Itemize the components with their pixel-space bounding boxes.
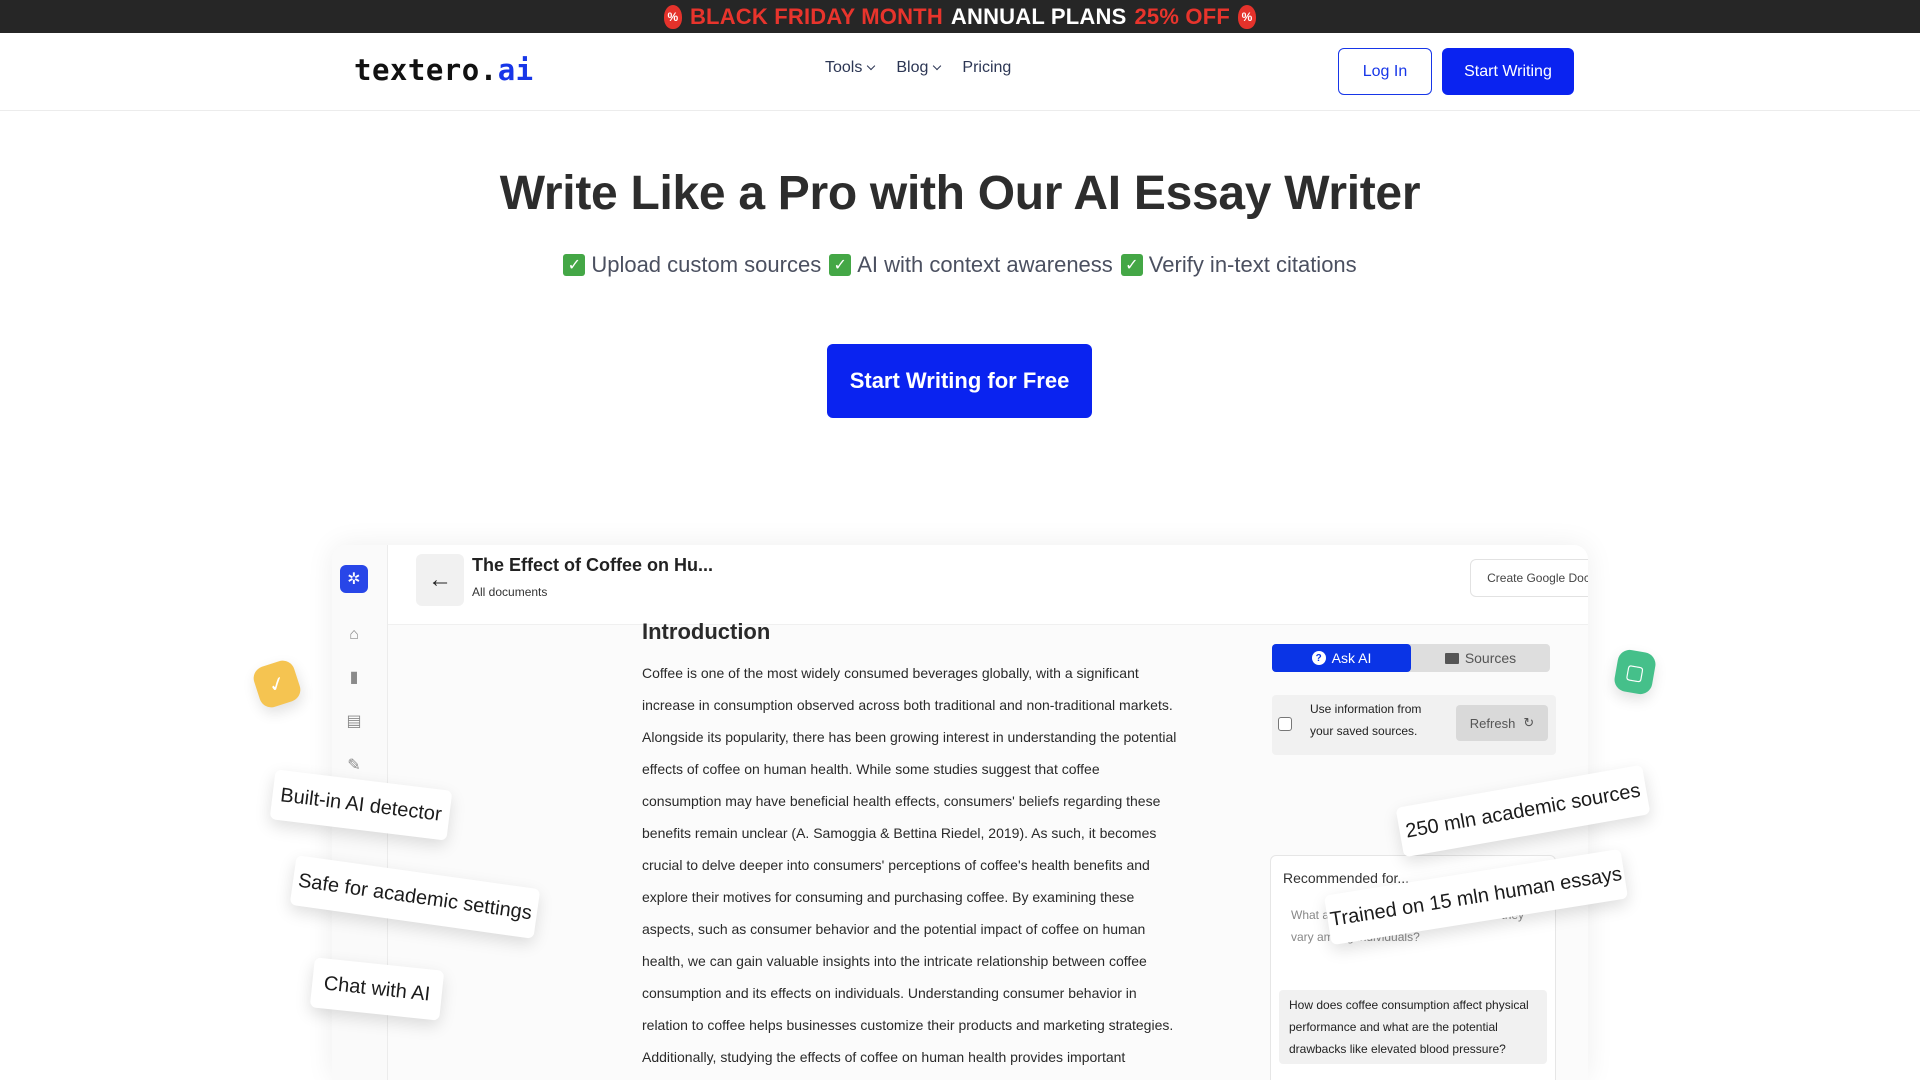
feature-item: ✓ Upload custom sources: [563, 252, 821, 278]
nav-blog-label: Blog: [896, 59, 929, 76]
tab-sources[interactable]: Sources: [1411, 644, 1550, 672]
feature-label: Upload custom sources: [591, 252, 822, 277]
create-google-doc-button[interactable]: Create Google Doc: [1470, 559, 1588, 597]
logo-text: textero.: [354, 53, 498, 87]
refresh-label: Refresh: [1469, 715, 1516, 731]
refresh-icon: ↻: [1523, 715, 1535, 730]
editor-line: effects of coffee on human health. While…: [642, 761, 1100, 777]
saved-sources-checkbox[interactable]: [1278, 717, 1292, 731]
hero-title: Write Like a Pro with Our AI Essay Write…: [499, 167, 1421, 220]
arrow-left-icon[interactable]: ←: [416, 554, 464, 606]
document-editor[interactable]: Introduction Coffee is one of the most w…: [642, 619, 1222, 1073]
start-writing-button[interactable]: Start Writing: [1442, 48, 1574, 95]
promo-banner[interactable]: % BLACK FRIDAY MONTH ANNUAL PLANS 25% OF…: [0, 0, 1920, 33]
start-writing-free-button[interactable]: Start Writing for Free: [827, 344, 1092, 418]
feature-label: Verify in-text citations: [1148, 252, 1357, 277]
logo-ai: ai: [497, 53, 534, 87]
chevron-down-icon: [933, 61, 942, 71]
app-logo-icon[interactable]: ✲: [340, 565, 368, 593]
doc-title: The Effect of Coffee on Hu...: [472, 555, 713, 575]
section-heading: Introduction: [642, 619, 771, 644]
editor-line: aspects, such as consumer behavior and t…: [642, 921, 1146, 937]
editor-line: crucial to delve deeper into consumers' …: [642, 857, 1150, 873]
chevron-down-icon: [867, 61, 876, 71]
editor-line: increase in consumption observed across …: [642, 697, 1173, 713]
promo-discount: 25% OFF: [1134, 3, 1231, 29]
main-nav: Tools Blog Pricing: [825, 59, 1011, 77]
feature-item: ✓ Verify in-text citations: [1120, 252, 1357, 278]
flame-icon: %: [1238, 4, 1257, 29]
editor-line: consumption may have beneficial health e…: [642, 793, 1161, 809]
recommended-title: Recommended for...: [1283, 870, 1410, 886]
home-icon[interactable]: ⌂: [346, 626, 362, 643]
tab-ask-ai[interactable]: ? Ask AI: [1272, 644, 1411, 672]
ai-panel-tabs: ? Ask AI Sources: [1272, 644, 1550, 672]
tab-sources-label: Sources: [1464, 650, 1517, 666]
editor-line: Alongside its popularity, there has been…: [642, 729, 1177, 745]
nav-blog[interactable]: Blog: [896, 59, 942, 77]
check-icon: ✓: [563, 254, 586, 276]
bookmark-icon[interactable]: ▮: [346, 669, 362, 686]
chat-icon: ▢: [1612, 648, 1658, 696]
pencil-icon[interactable]: ✎: [346, 757, 362, 774]
sources-icon[interactable]: ▤: [346, 713, 362, 730]
editor-line: health, we can gain valuable insights in…: [642, 953, 1147, 969]
create-google-doc-label: Create Google Doc: [1487, 571, 1588, 585]
check-badge-icon: ✓: [250, 657, 304, 711]
check-icon: ✓: [1120, 254, 1143, 276]
login-button[interactable]: Log In: [1338, 48, 1432, 95]
feature-label: AI with context awareness: [857, 252, 1113, 277]
nav-pricing-label: Pricing: [962, 59, 1012, 76]
all-documents-link[interactable]: All documents: [472, 585, 547, 599]
recommended-question[interactable]: How does coffee consumption affect physi…: [1279, 990, 1547, 1064]
editor-line: Coffee is one of the most widely consume…: [642, 665, 1139, 681]
editor-line: consumption and its effects on individua…: [642, 985, 1137, 1001]
logo[interactable]: textero.ai: [354, 53, 534, 87]
editor-line: Additionally, studying the effects of co…: [642, 1049, 1126, 1065]
saved-sources-text: Use information from your saved sources.: [1310, 702, 1422, 738]
editor-line: relation to coffee helps businesses cust…: [642, 1017, 1174, 1033]
doc-topbar: ← The Effect of Coffee on Hu... All docu…: [388, 545, 1588, 625]
nav-tools-label: Tools: [825, 59, 863, 76]
feature-item: ✓ AI with context awareness: [829, 252, 1113, 278]
saved-sources-option: Use information from your saved sources.…: [1272, 695, 1556, 755]
promo-annual-plans: ANNUAL PLANS: [950, 3, 1127, 29]
editor-line: explore their motives for consuming and …: [642, 889, 1135, 905]
nav-pricing[interactable]: Pricing: [962, 59, 1011, 77]
editor-line: benefits remain unclear (A. Samoggia & B…: [642, 825, 1157, 841]
check-icon: ✓: [829, 254, 852, 276]
refresh-button[interactable]: Refresh ↻: [1456, 705, 1548, 741]
promo-black-friday: BLACK FRIDAY MONTH: [689, 3, 943, 29]
question-icon: ?: [1311, 651, 1326, 665]
tab-ask-ai-label: Ask AI: [1331, 650, 1372, 666]
site-header: textero.ai Tools Blog Pricing Log In Sta…: [0, 33, 1920, 111]
nav-tools[interactable]: Tools: [825, 59, 876, 77]
flame-icon: %: [663, 4, 682, 29]
book-icon: [1444, 652, 1459, 664]
feature-list: ✓ Upload custom sources ✓ AI with context …: [0, 252, 1920, 278]
